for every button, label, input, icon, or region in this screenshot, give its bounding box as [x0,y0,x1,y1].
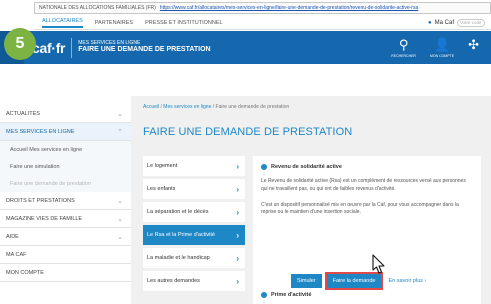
caf-emblem-icon: ✣ [468,36,479,52]
search-button[interactable]: ⚲ RECHERCHER [391,36,416,58]
bullet-icon [261,164,267,170]
category-list: Le logement › Les enfants › La séparatio… [143,156,245,294]
search-icon: ⚲ [398,36,409,52]
breadcrumb-current: Faire une demande de prestation [215,104,290,110]
top-navigation: ALLOCATAIRES PARTENAIRES PRESSE ET INSTI… [34,16,491,30]
chevron-down-icon: ⌄ [117,233,123,241]
chevron-down-icon: ⌄ [117,215,123,223]
sidebar-item-mon-compte[interactable]: MON COMPTE [0,264,131,282]
chevron-down-icon: ⌄ [117,197,123,205]
sidebar: ACTUALITÉS ⌄ MES SERVICES EN LIGNE ⌃ Acc… [0,105,131,304]
sidebar-item-droits[interactable]: DROITS ET PRESTATIONS ⌄ [0,192,131,210]
tab-partenaires[interactable]: PARTENAIRES [95,20,133,26]
chevron-right-icon: › [236,276,239,286]
breadcrumb: Accueil / Mes services en ligne / Faire … [143,104,289,110]
category-maladie[interactable]: La maladie et le handicap › [143,248,245,268]
chevron-right-icon: › [236,253,239,263]
site-header: MENU caf·fr MES SERVICES EN LIGNE FAIRE … [0,31,491,64]
category-label: Les enfants [147,186,176,192]
tab-allocataires[interactable]: ALLOCATAIRES [42,18,83,28]
sidebar-item-label: ACTUALITÉS [6,110,40,117]
header-actions: ⚲ RECHERCHER 👤 MON COMPTE ✣ [391,36,491,58]
sidebar-item-services[interactable]: MES SERVICES EN LIGNE ⌃ [0,123,131,141]
sidebar-item-label: MAGAZINE VIES DE FAMILLE [6,215,83,222]
caf-logo[interactable]: caf·fr [32,40,66,56]
sidebar-item-label: MES SERVICES EN LIGNE [6,128,75,135]
header-section-title: MES SERVICES EN LIGNE FAIRE UNE DEMANDE … [78,40,210,55]
bullet-icon [261,292,267,298]
mouse-pointer-icon [372,254,385,274]
sidebar-subitem-simulation[interactable]: Faire une simulation [0,158,131,175]
category-label: Les autres demandes [147,278,200,284]
sidebar-item-label: MA CAF [6,251,27,258]
caf-emblem: ✣ [468,36,479,58]
sidebar-item-label: AIDE [6,233,19,240]
tab-presse[interactable]: PRESSE ET INSTITUTIONNEL [145,20,223,26]
more-info-link[interactable]: En savoir plus › [386,274,428,288]
caf-code-input[interactable]: Votre code [457,18,485,27]
sidebar-item-label: MON COMPTE [6,269,44,276]
category-rsa[interactable]: Le Rsa et la Prime d'activité › [143,225,245,245]
panel-description-2: C'est un dispositif personnalisé mis en … [261,201,459,216]
account-button[interactable]: 👤 MON COMPTE [429,36,455,58]
category-separation[interactable]: La séparation et le décès › [143,202,245,222]
sidebar-subitem-accueil[interactable]: Accueil Mes services en ligne [0,141,131,158]
sidebar-item-ma-caf[interactable]: MA CAF [0,246,131,264]
simulate-button[interactable]: Simuler [291,274,322,288]
caf-selector: ● Ma Caf Votre code [428,18,491,27]
site-identity: NATIONALE DES ALLOCATIONS FAMILIALES (FR… [39,5,156,11]
search-label: RECHERCHER [391,53,416,58]
panel-heading: Revenu de solidarité active [261,164,473,170]
page-title: FAIRE UNE DEMANDE DE PRESTATION [143,126,353,138]
category-autres[interactable]: Les autres demandes › [143,271,245,291]
panel-next-heading[interactable]: Prime d'activité [261,292,311,298]
panel-description: Le Revenu de solidarité active (Rsa) est… [261,178,466,192]
panel-actions: Simuler Faire la demande En savoir plus … [291,272,428,290]
breadcrumb-separator: / [160,104,162,110]
chevron-up-icon: ⌃ [117,128,123,136]
sidebar-subitem-demande[interactable]: Faire une demande de prestation [0,175,131,192]
category-label: La séparation et le décès [147,209,209,215]
breadcrumb-services[interactable]: Mes services en ligne [163,104,211,110]
chevron-right-icon: › [236,161,239,171]
ma-caf-label[interactable]: Ma Caf [435,20,454,26]
category-enfants[interactable]: Les enfants › [143,179,245,199]
category-label: La maladie et le handicap [147,255,210,261]
account-label: MON COMPTE [429,53,455,58]
chevron-right-icon: › [236,230,239,240]
sidebar-item-label: DROITS ET PRESTATIONS [6,197,75,204]
category-label: Le Rsa et la Prime d'activité [147,232,215,238]
location-pin-icon: ● [428,19,432,26]
account-icon: 👤 [433,36,451,52]
chevron-down-icon: ⌄ [117,110,123,118]
breadcrumb-home[interactable]: Accueil [143,104,159,110]
sidebar-item-actualites[interactable]: ACTUALITÉS ⌄ [0,105,131,123]
header-divider [71,37,73,58]
sidebar-item-magazine[interactable]: MAGAZINE VIES DE FAMILLE ⌄ [0,210,131,228]
main-content: Accueil / Mes services en ligne / Faire … [131,96,491,304]
url-text[interactable]: https://www.caf.fr/allocataires/mes-serv… [160,5,418,11]
breadcrumb-separator: / [212,104,215,110]
chevron-right-icon: › [236,207,239,217]
more-info-label: En savoir plus [388,278,424,284]
detail-panel: Revenu de solidarité active Le Revenu de… [253,156,481,304]
step-badge: 5 [4,28,36,60]
category-label: Le logement [147,163,178,169]
next-heading-label: Prime d'activité [271,292,312,298]
sidebar-item-aide[interactable]: AIDE ⌄ [0,228,131,246]
address-bar[interactable]: NATIONALE DES ALLOCATIONS FAMILIALES (FR… [34,2,491,14]
chevron-right-icon: › [424,278,427,284]
section-label: FAIRE UNE DEMANDE DE PRESTATION [78,46,211,54]
panel-title: Revenu de solidarité active [271,164,342,170]
chevron-right-icon: › [236,184,239,194]
category-logement[interactable]: Le logement › [143,156,245,176]
